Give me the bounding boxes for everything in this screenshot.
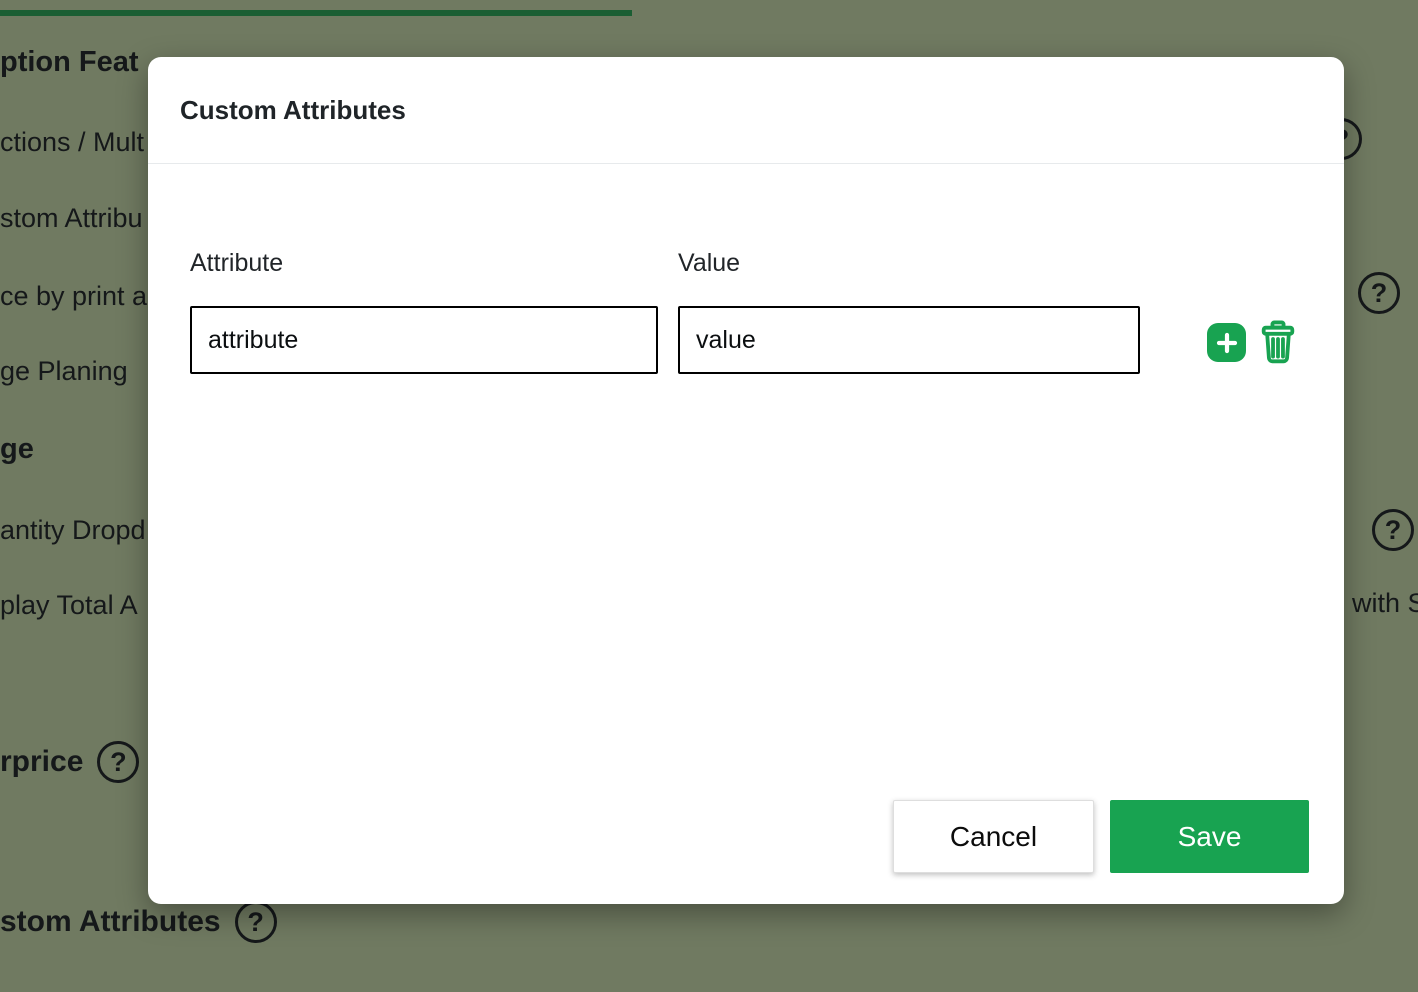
page-background: ption Feat ctions / Mult stom Attribu ce…: [0, 0, 1418, 992]
question-mark-icon[interactable]: ?: [97, 741, 139, 783]
attribute-input[interactable]: [190, 306, 658, 374]
trash-icon: [1259, 320, 1297, 364]
modal-title: Custom Attributes: [180, 95, 406, 126]
question-mark-icon[interactable]: ?: [235, 901, 277, 943]
bg-text-price-by-print: ce by print a: [0, 281, 147, 312]
delete-row-button[interactable]: [1258, 319, 1298, 365]
bg-heading-ge: ge: [0, 433, 34, 466]
question-mark-icon[interactable]: ?: [1358, 272, 1400, 314]
attribute-label: Attribute: [190, 249, 283, 278]
value-input[interactable]: [678, 306, 1140, 374]
bg-heading-custom-attributes: stom Attributes: [0, 905, 221, 939]
value-label: Value: [678, 249, 740, 278]
bg-text-with-s: with S: [1352, 588, 1418, 619]
bg-heading-option-features: ption Feat: [0, 46, 139, 79]
bg-heading-custom-attributes-row: stom Attributes ?: [0, 901, 277, 943]
bg-text-sections-mult: ctions / Mult: [0, 127, 144, 158]
bg-heading-rprice-row: rprice ?: [0, 741, 139, 783]
bg-text-quantity-dropdown: antity Dropd: [0, 515, 146, 546]
question-mark-icon[interactable]: ?: [1372, 509, 1414, 551]
modal-header: Custom Attributes: [148, 57, 1344, 164]
bg-text-custom-attribu: stom Attribu: [0, 203, 143, 234]
bg-text-page-planing: ge Planing: [0, 356, 128, 387]
plus-icon: [1215, 331, 1239, 355]
modal-body: Attribute Value: [148, 165, 1344, 904]
progress-accent-bar: [0, 10, 632, 16]
bg-text-display-total: play Total A: [0, 590, 138, 621]
cancel-button[interactable]: Cancel: [893, 800, 1094, 873]
save-button[interactable]: Save: [1110, 800, 1309, 873]
add-row-button[interactable]: [1207, 323, 1246, 362]
bg-heading-rprice: rprice: [0, 745, 83, 779]
custom-attributes-modal: Custom Attributes Attribute Value: [148, 57, 1344, 904]
